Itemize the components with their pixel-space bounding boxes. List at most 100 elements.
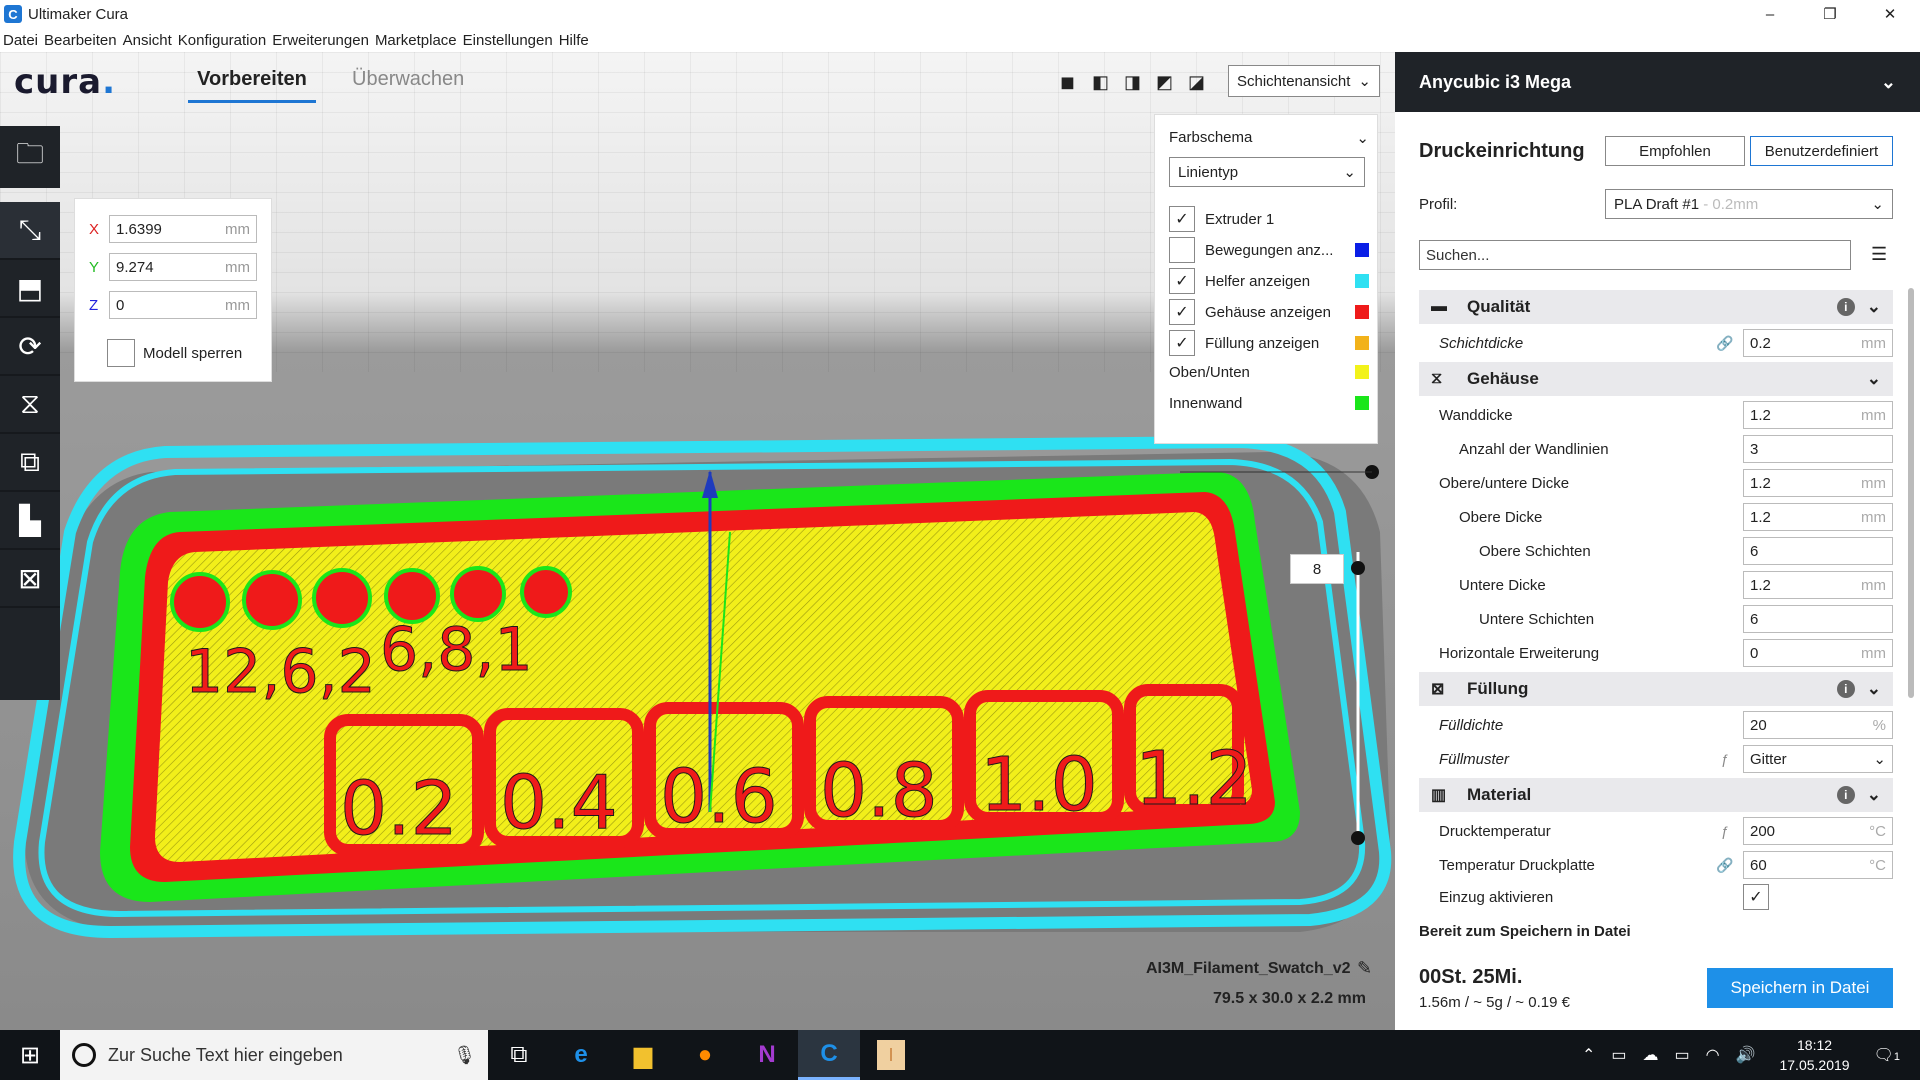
category-material[interactable]: ▥ Material i ⌄ [1419,778,1893,812]
bed-temperature-input[interactable]: 60 °C [1743,851,1893,879]
printer-selector[interactable]: Anycubic i3 Mega ⌄ [1395,52,1920,112]
infill-density-input[interactable]: 20% [1743,711,1893,739]
color-scheme-select[interactable]: Linientyp ⌄ [1169,157,1365,187]
per-model-settings-button[interactable]: ⧉ [0,434,60,492]
volume-icon[interactable]: 🔊 [1736,1045,1756,1065]
notification-icon[interactable]: 🗨1 [1874,1045,1900,1065]
pencil-icon[interactable]: ✎ [1357,958,1372,979]
custom-mode-button[interactable]: Benutzerdefiniert [1750,136,1893,166]
settings-search-input[interactable]: Suchen... [1419,240,1851,270]
checkbox[interactable]: ✓ [1169,330,1195,356]
battery-icon[interactable]: ▭ [1674,1045,1689,1065]
mirror-tool-button[interactable]: ⧖ [0,376,60,434]
menu-datei[interactable]: Datei [0,32,41,49]
support-blocker-button[interactable]: ▙ [0,492,60,550]
firefox-icon: ● [697,1041,713,1068]
lock-model-checkbox[interactable] [107,339,135,367]
link-icon[interactable]: 🔗 [1715,857,1735,874]
view-3d-icon[interactable]: ◼ [1060,72,1082,92]
minimize-button[interactable]: – [1740,0,1800,28]
menu-ansicht[interactable]: Ansicht [120,32,175,49]
function-icon[interactable]: ƒ [1715,823,1735,839]
tab-prepare[interactable]: Vorbereiten [188,68,316,103]
infill-pattern-select[interactable]: Gitter ⌄ [1743,745,1893,773]
view-right-icon[interactable]: ◪ [1188,72,1210,92]
hamburger-menu-icon[interactable]: ☰ [1871,244,1887,265]
z-input[interactable]: 0 mm [109,291,257,319]
move-tool-button[interactable]: ⤡ [0,202,60,260]
info-icon[interactable]: i [1836,786,1855,804]
legend-shell[interactable]: ✓ Gehäuse anzeigen [1169,298,1369,326]
taskbar-firefox[interactable]: ● [674,1030,736,1080]
y-input[interactable]: 9.274 mm [109,253,257,281]
folder-icon: ▆ [633,1041,653,1069]
category-shell[interactable]: ⧖ Gehäuse ⌄ [1419,362,1893,396]
category-quality[interactable]: ▬ Qualität i ⌄ [1419,290,1893,324]
scale-tool-button[interactable]: ⬒ [0,260,60,318]
taskbar-onenote[interactable]: N [736,1030,798,1080]
checkbox[interactable]: ✓ [1169,206,1195,232]
view-front-icon[interactable]: ◧ [1092,72,1114,92]
taskbar-explorer[interactable]: ▆ [612,1030,674,1080]
category-infill[interactable]: ⊠ Füllung i ⌄ [1419,672,1893,706]
legend-helpers[interactable]: ✓ Helfer anzeigen [1169,267,1369,295]
svg-text:0.8: 0.8 [820,748,938,834]
legend-extruder-1[interactable]: ✓ Extruder 1 [1169,205,1369,233]
taskbar-search[interactable]: Zur Suche Text hier eingeben 🎙 [60,1030,488,1080]
topbottom-thickness-input[interactable]: 1.2 mm [1743,469,1893,497]
view-mode-select[interactable]: Schichtenansicht ⌄ [1228,65,1380,97]
wall-thickness-input[interactable]: 1.2 mm [1743,401,1893,429]
link-icon[interactable]: 🔗 [1715,335,1735,352]
onedrive-icon[interactable]: ☁ [1642,1045,1658,1065]
menu-erweiterungen[interactable]: Erweiterungen [269,32,372,49]
network-device-icon[interactable]: ▭ [1611,1045,1626,1065]
menu-konfiguration[interactable]: Konfiguration [175,32,269,49]
menu-hilfe[interactable]: Hilfe [556,32,592,49]
taskbar-cura[interactable]: C [798,1030,860,1080]
x-input[interactable]: 1.6399 mm [109,215,257,243]
microphone-icon[interactable]: 🎙 [453,1045,476,1066]
print-temperature-input[interactable]: 200 °C [1743,817,1893,845]
color-scheme-header[interactable]: Farbschema ⌄ [1169,129,1369,147]
taskbar-edge[interactable]: e [550,1030,612,1080]
maximize-button[interactable]: ❐ [1800,0,1860,28]
info-icon[interactable]: i [1836,298,1855,316]
legend-travel[interactable]: Bewegungen anz... [1169,236,1369,264]
layer-height-input[interactable]: 0.2 mm [1743,329,1893,357]
legend-infill[interactable]: ✓ Füllung anzeigen [1169,329,1369,357]
retraction-checkbox[interactable]: ✓ [1743,884,1769,910]
taskbar-app[interactable]: I [860,1030,922,1080]
settings-scrollbar[interactable] [1908,288,1914,698]
bottom-thickness-input[interactable]: 1.2 mm [1743,571,1893,599]
open-file-button[interactable]: 🗀 [0,126,60,188]
close-button[interactable]: ✕ [1860,0,1920,28]
profile-select[interactable]: PLA Draft #1 - 0.2mm ⌄ [1605,189,1893,219]
horizontal-expansion-input[interactable]: 0 mm [1743,639,1893,667]
wifi-icon[interactable]: ◠ [1706,1045,1720,1065]
recommended-mode-button[interactable]: Empfohlen [1605,136,1745,166]
top-thickness-input[interactable]: 1.2 mm [1743,503,1893,531]
3d-viewport[interactable]: 0.2 0.4 0.6 0.8 1.0 1.2 12,6,2 6,8,1 8 cura. V… [0,52,1395,1030]
wall-lines-input[interactable]: 3 [1743,435,1893,463]
checkbox[interactable] [1169,237,1195,263]
bottom-layers-input[interactable]: 6 [1743,605,1893,633]
checkbox[interactable]: ✓ [1169,268,1195,294]
task-view-button[interactable]: ⧉ [488,1030,550,1080]
chevron-up-icon[interactable]: ⌃ [1582,1045,1595,1065]
info-icon[interactable]: i [1836,680,1855,698]
checkbox[interactable]: ✓ [1169,299,1195,325]
save-to-file-button[interactable]: Speichern in Datei [1707,968,1893,1008]
top-layers-input[interactable]: 6 [1743,537,1893,565]
windows-start-button[interactable]: ⊞ [0,1030,60,1080]
custom-support-button[interactable]: ⊠ [0,550,60,608]
layer-number-box[interactable]: 8 [1290,554,1344,584]
view-top-icon[interactable]: ◨ [1124,72,1146,92]
menu-einstellungen[interactable]: Einstellungen [460,32,556,49]
tab-monitor[interactable]: Überwachen [352,68,464,91]
taskbar-clock[interactable]: 18:12 17.05.2019 [1779,1035,1849,1075]
menu-marketplace[interactable]: Marketplace [372,32,460,49]
function-icon[interactable]: ƒ [1715,751,1735,767]
rotate-tool-button[interactable]: ⟳ [0,318,60,376]
view-left-icon[interactable]: ◩ [1156,72,1178,92]
menu-bearbeiten[interactable]: Bearbeiten [41,32,120,49]
